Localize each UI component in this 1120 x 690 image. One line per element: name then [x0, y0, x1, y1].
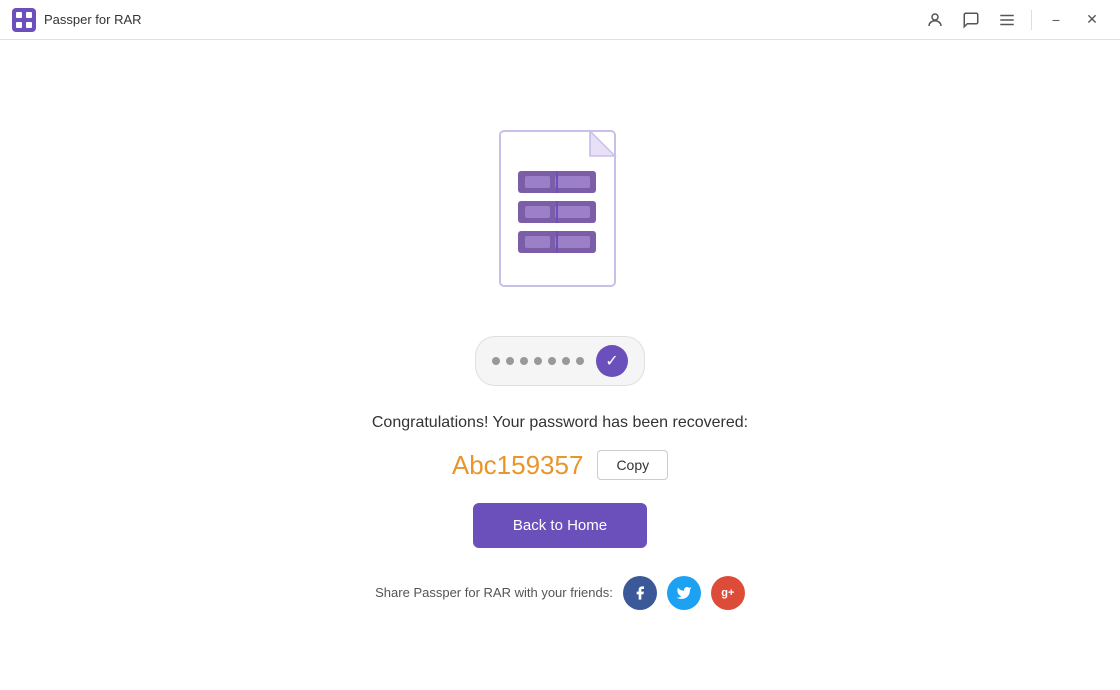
password-bar: ✓: [475, 336, 645, 386]
congratulations-text: Congratulations! Your password has been …: [372, 414, 748, 432]
check-icon: ✓: [596, 345, 628, 377]
password-dots: [492, 357, 584, 365]
account-button[interactable]: [919, 4, 951, 36]
dot-7: [576, 357, 584, 365]
titlebar-right: − ✕: [919, 4, 1108, 36]
copy-button[interactable]: Copy: [597, 450, 668, 480]
googleplus-share-button[interactable]: g+: [711, 576, 745, 610]
menu-button[interactable]: [991, 4, 1023, 36]
main-content: ✓ Congratulations! Your password has bee…: [0, 40, 1120, 690]
share-row: Share Passper for RAR with your friends:…: [375, 576, 745, 610]
app-icon: [12, 8, 36, 32]
file-illustration: [480, 121, 640, 326]
dot-3: [520, 357, 528, 365]
twitter-share-button[interactable]: [667, 576, 701, 610]
dot-5: [548, 357, 556, 365]
facebook-share-button[interactable]: [623, 576, 657, 610]
dot-6: [562, 357, 570, 365]
share-text: Share Passper for RAR with your friends:: [375, 585, 613, 600]
password-display: Abc159357: [452, 450, 584, 481]
chat-button[interactable]: [955, 4, 987, 36]
close-button[interactable]: ✕: [1076, 4, 1108, 36]
password-row: Abc159357 Copy: [452, 450, 668, 481]
titlebar-separator: [1031, 10, 1032, 30]
dot-4: [534, 357, 542, 365]
back-to-home-button[interactable]: Back to Home: [473, 503, 647, 548]
app-title: Passper for RAR: [44, 12, 142, 27]
dot-2: [506, 357, 514, 365]
dot-1: [492, 357, 500, 365]
minimize-button[interactable]: −: [1040, 4, 1072, 36]
titlebar: Passper for RAR − ✕: [0, 0, 1120, 40]
titlebar-left: Passper for RAR: [12, 8, 142, 32]
